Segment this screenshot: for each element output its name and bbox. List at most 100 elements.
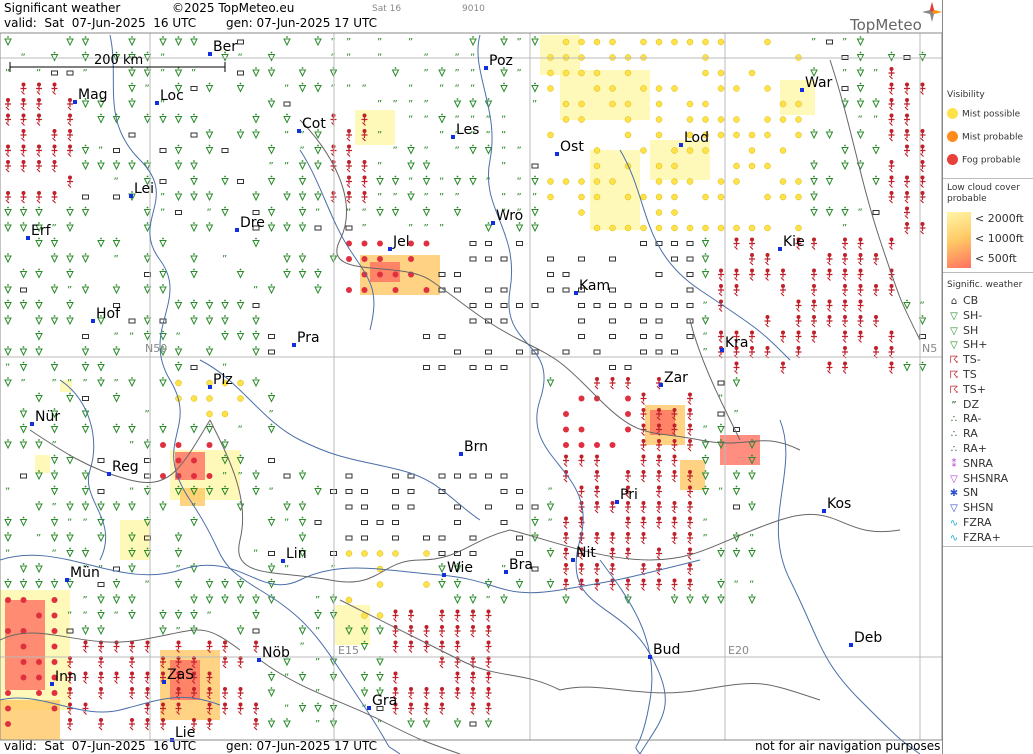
svg-text:”: ”: [269, 487, 274, 498]
svg-text:”: ”: [36, 68, 41, 79]
legend-sigwx-item: ▽ SH+: [943, 338, 987, 351]
city-marker: [778, 247, 782, 251]
svg-text:”: ”: [114, 611, 119, 622]
svg-text:”: ”: [176, 626, 181, 637]
svg-text:”: ”: [455, 84, 460, 95]
svg-text:”: ”: [284, 704, 289, 715]
city-label: Nür: [35, 409, 60, 425]
svg-text:”: ”: [145, 409, 150, 420]
svg-text:”: ”: [114, 254, 119, 265]
svg-text:”: ”: [873, 68, 878, 79]
map-title: Significant weather: [4, 1, 121, 15]
city-label: ZaS: [167, 667, 194, 683]
svg-text:”: ”: [842, 223, 847, 234]
legend-label: DZ: [963, 397, 980, 411]
city-label: Dre: [240, 215, 265, 231]
svg-text:”: ”: [207, 611, 212, 622]
svg-text:”: ”: [439, 177, 444, 188]
svg-text:”: ”: [67, 611, 72, 622]
topmeteo-logo-text: TopMeteo: [850, 16, 922, 34]
city-marker: [91, 319, 95, 323]
legend-sigwx-title: Signific. weather: [947, 280, 1023, 290]
svg-text:”: ”: [424, 115, 429, 126]
legend-lowcloud-item: < 500ft: [975, 252, 1017, 265]
svg-text:”: ”: [83, 378, 88, 389]
freezing-rain-icon: ∿: [949, 518, 959, 529]
svg-text:”: ”: [191, 68, 196, 79]
snow-rain-icon: ⁑: [951, 458, 957, 470]
visibility-swatch-icon: [947, 108, 958, 119]
legend-sigwx-item: ▽ SH-: [943, 309, 982, 322]
cb-icon: ⌂: [950, 296, 958, 307]
city-marker: [679, 143, 683, 147]
svg-text:”: ”: [377, 99, 382, 110]
shower-icon: ▽: [950, 325, 958, 337]
svg-text:”: ”: [517, 68, 522, 79]
svg-text:”: ”: [253, 285, 258, 296]
svg-text:”: ”: [160, 192, 165, 203]
visibility-swatch-icon: [947, 154, 958, 165]
legend-sigwx-item: ☈ TS-: [943, 353, 981, 366]
svg-text:”: ”: [470, 84, 475, 95]
svg-text:”: ”: [377, 130, 382, 141]
run-info: Sat 16: [372, 4, 402, 14]
legend-label: FZRA+: [963, 530, 1001, 544]
svg-text:”: ”: [439, 130, 444, 141]
legend-label: SN: [963, 486, 979, 500]
city-label: Kra: [725, 335, 749, 351]
svg-text:”: ”: [315, 595, 320, 606]
city-marker: [800, 88, 804, 92]
svg-text:”: ”: [470, 68, 475, 79]
svg-text:”: ”: [21, 378, 26, 389]
svg-text:”: ”: [486, 130, 491, 141]
city-label: Wie: [447, 560, 473, 576]
city-marker: [574, 291, 578, 295]
legend-label: Fog probable: [962, 155, 1021, 166]
svg-text:”: ”: [393, 99, 398, 110]
legend-sigwx-item: ▽ SHSN: [943, 501, 993, 514]
city-marker: [648, 655, 652, 659]
city-marker: [571, 558, 575, 562]
legend-label: RA-: [963, 412, 982, 426]
city-marker: [155, 101, 159, 105]
city-label: Kie: [783, 234, 805, 250]
legend-visibility-item: Mist probable: [943, 131, 1023, 143]
legend-panel: Visibility Mist possible Mist probable Fog…: [942, 0, 1033, 754]
legend-label: SH: [963, 323, 979, 337]
city-label: Brn: [464, 439, 488, 455]
svg-text:”: ”: [517, 192, 522, 203]
svg-text:”: ”: [222, 254, 227, 265]
svg-text:”: ”: [703, 347, 708, 358]
legend-label: CB: [963, 294, 979, 307]
svg-text:”: ”: [734, 580, 739, 591]
svg-text:”: ”: [362, 208, 367, 219]
legend-label: Mist probable: [962, 132, 1024, 143]
city-label: Zar: [664, 370, 688, 386]
city-label: Lin: [286, 546, 307, 562]
city-label: Ost: [560, 139, 584, 155]
svg-text:”: ”: [52, 502, 57, 513]
city-label: Inn: [55, 669, 77, 685]
legend-label: SH-: [963, 308, 983, 322]
svg-text:”: ”: [439, 84, 444, 95]
city-marker: [555, 152, 559, 156]
city-marker: [257, 658, 261, 662]
svg-text:”: ”: [734, 409, 739, 420]
svg-text:”: ”: [842, 37, 847, 48]
legend-visibility-item: Fog probable: [943, 154, 1021, 166]
legend-label: TS+: [963, 382, 986, 396]
svg-text:”: ”: [238, 425, 243, 436]
legend-label: RA: [963, 427, 978, 441]
svg-text:”: ”: [439, 192, 444, 203]
svg-text:”: ”: [408, 37, 413, 48]
city-marker: [388, 247, 392, 251]
grid-label-e20: E20: [728, 644, 749, 657]
svg-text:”: ”: [284, 161, 289, 172]
svg-text:”: ”: [842, 68, 847, 79]
city-label: Bud: [653, 642, 680, 658]
drizzle-icon: ”: [951, 399, 957, 411]
city-label: Cot: [302, 116, 326, 132]
legend-sigwx-item: ▽ SH: [943, 324, 978, 337]
svg-text:”: ”: [703, 301, 708, 312]
valid-time: valid: Sat 07-Jun-2025 16 UTC: [4, 16, 197, 30]
